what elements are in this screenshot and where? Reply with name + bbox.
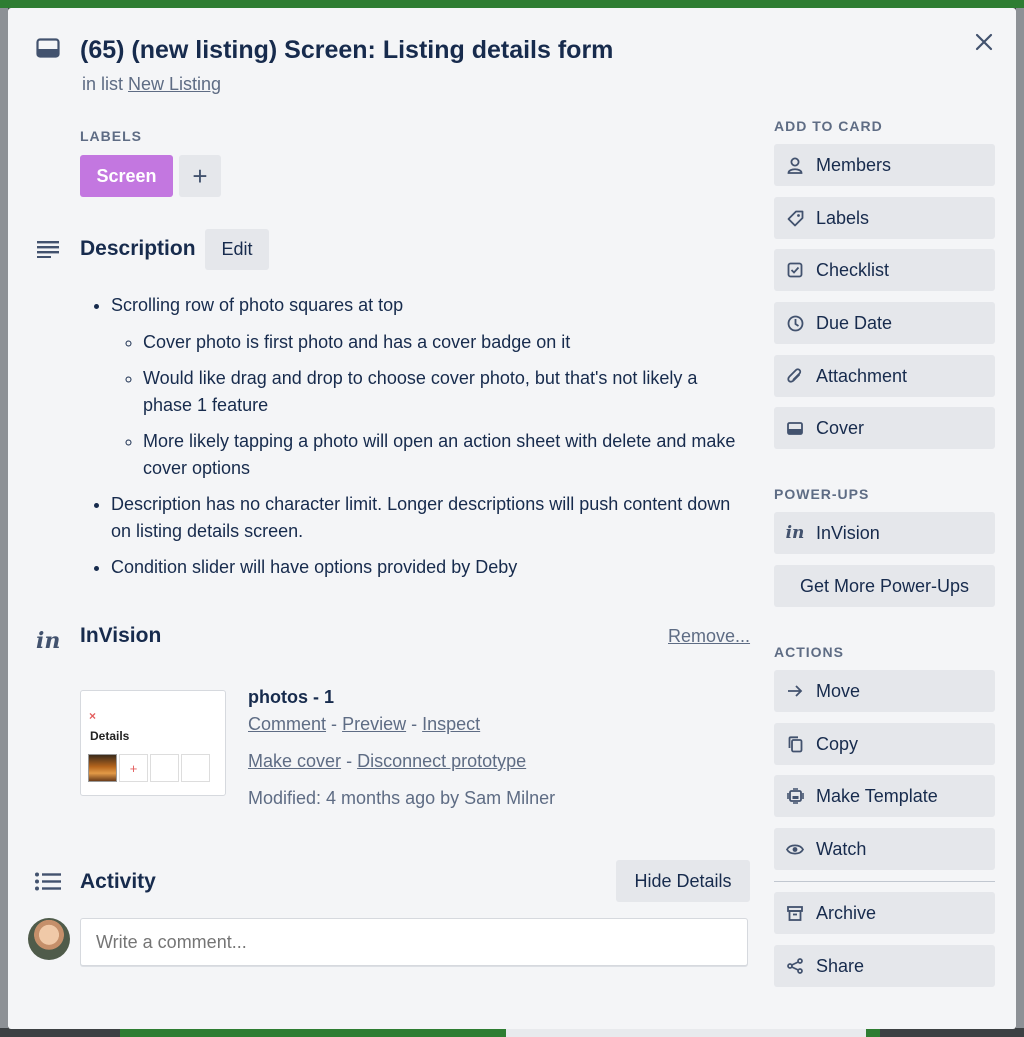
list-link[interactable]: New Listing [128,74,221,94]
list-item: Would like drag and drop to choose cover… [143,365,740,418]
invision-powerup-button[interactable]: in InVision [774,512,995,554]
tag-icon [786,209,804,227]
thumbnail-photo-row: + [88,754,210,782]
list-item: Description has no character limit. Long… [111,491,740,544]
template-icon [786,787,804,805]
comment-input[interactable] [80,918,748,966]
move-label: Move [816,680,861,701]
add-to-card-heading: ADD TO CARD [774,118,883,134]
due-date-label: Due Date [816,312,893,333]
make-cover-link[interactable]: Make cover [248,751,341,771]
avatar [28,918,70,960]
activity-heading: Activity [80,870,156,893]
make-template-button[interactable]: Make Template [774,775,995,817]
list-breadcrumb: in list New Listing [82,74,221,95]
link-separator: - [346,751,353,771]
make-template-label: Make Template [816,785,938,806]
thumbnail-title: Details [90,729,130,743]
sidebar-divider [774,881,995,882]
comment-link[interactable]: Comment [248,714,326,734]
list-item: Cover photo is first photo and has a cov… [143,329,740,356]
invision-icon: in [36,628,61,654]
thumbnail-plus-icon: + [119,754,148,782]
card-detail-modal: (65) (new listing) Screen: Listing detai… [8,8,1016,1029]
prototype-modified: Modified: 4 months ago by Sam Milner [248,788,556,808]
close-icon[interactable] [970,28,998,56]
arrow-right-icon [786,682,804,700]
person-icon [786,156,804,174]
edit-description-button[interactable]: Edit [205,229,269,270]
due-date-button[interactable]: Due Date [774,302,995,344]
invision-logo-icon: in [785,523,805,543]
cover-label: Cover [816,417,865,438]
share-icon [786,957,804,975]
prototype-links-row1: Comment - Preview - Inspect [248,714,480,735]
copy-label: Copy [816,733,859,754]
prototype-links-row2: Make cover - Disconnect prototype [248,751,526,772]
paperclip-icon [786,367,804,385]
link-separator: - [331,714,338,734]
board-list-right [1016,8,1024,1028]
checklist-button[interactable]: Checklist [774,249,995,291]
invision-heading: InVision [80,624,162,647]
actions-heading: ACTIONS [774,644,844,660]
labels-label: Labels [816,207,870,228]
members-label: Members [816,154,892,175]
add-label-button[interactable]: + [179,155,221,197]
list-item: Scrolling row of photo squares at top Co… [111,292,740,481]
activity-icon [35,872,61,891]
move-button[interactable]: Move [774,670,995,712]
labels-button[interactable]: Labels [774,197,995,239]
prototype-thumbnail[interactable]: × Details + [80,690,226,796]
archive-icon [786,904,804,922]
description-body[interactable]: Scrolling row of photo squares at top Co… [80,292,740,591]
description-icon [37,241,59,258]
watch-label: Watch [816,838,867,859]
copy-icon [786,735,804,753]
members-button[interactable]: Members [774,144,995,186]
list-item: Condition slider will have options provi… [111,554,740,581]
power-ups-heading: POWER-UPS [774,486,870,502]
attachment-button[interactable]: Attachment [774,355,995,397]
archive-button[interactable]: Archive [774,892,995,934]
attachment-label: Attachment [816,365,908,386]
get-more-power-ups-button[interactable]: Get More Power-Ups [774,565,995,607]
board-list-left [0,8,8,1028]
label-chip-screen[interactable]: Screen [80,155,173,197]
in-list-prefix: in list [82,74,124,94]
board-header-strip [0,0,1024,8]
description-heading: Description [80,237,196,260]
card-cover-icon [786,419,804,437]
thumbnail-empty-square [150,754,179,782]
remove-invision-link[interactable]: Remove... [668,626,750,647]
card-icon [36,38,60,58]
share-button[interactable]: Share [774,945,995,987]
list-item: More likely tapping a photo will open an… [143,428,740,481]
thumbnail-photo [88,754,117,782]
thumbnail-close-icon: × [89,709,97,723]
link-separator: - [411,714,418,734]
hide-details-button[interactable]: Hide Details [616,860,750,902]
checkbox-icon [786,261,804,279]
share-label: Share [816,955,865,976]
copy-button[interactable]: Copy [774,723,995,765]
eye-icon [786,840,804,858]
labels-heading: LABELS [80,128,142,144]
watch-button[interactable]: Watch [774,828,995,870]
preview-link[interactable]: Preview [342,714,406,734]
invision-powerup-label: InVision [816,522,880,543]
card-title[interactable]: (65) (new listing) Screen: Listing detai… [80,36,613,65]
disconnect-prototype-link[interactable]: Disconnect prototype [357,751,526,771]
description-item-text: Scrolling row of photo squares at top [111,295,404,315]
prototype-name: photos - 1 [248,687,334,707]
clock-icon [786,314,804,332]
thumbnail-empty-square [181,754,210,782]
archive-label: Archive [816,902,877,923]
checklist-label: Checklist [816,259,890,280]
inspect-link[interactable]: Inspect [422,714,480,734]
cover-button[interactable]: Cover [774,407,995,449]
